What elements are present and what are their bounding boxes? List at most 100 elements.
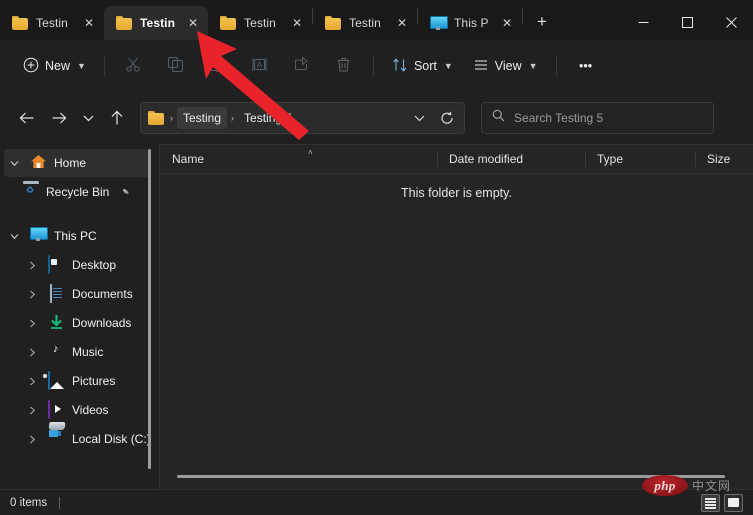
column-header-name[interactable]: Name ˄: [160, 144, 437, 174]
copy-button[interactable]: [156, 50, 196, 82]
share-button[interactable]: [282, 50, 322, 82]
folder-icon: [220, 16, 236, 30]
address-dropdown-button[interactable]: [406, 105, 432, 131]
delete-button[interactable]: [324, 50, 364, 82]
status-divider: [59, 496, 61, 509]
breadcrumb-testing-5[interactable]: Testing 5: [238, 107, 298, 129]
chevron-right-icon[interactable]: [22, 290, 42, 299]
recent-locations-button[interactable]: [76, 103, 100, 133]
column-header-type[interactable]: Type: [585, 144, 695, 174]
tab-5-this-pc[interactable]: This P ✕: [418, 6, 522, 40]
sidebar-scrollbar[interactable]: [148, 149, 151, 469]
sort-arrows-icon: [392, 57, 408, 76]
sidebar-item-recycle-bin[interactable]: Recycle Bin ✒: [22, 178, 150, 206]
status-bar: 0 items: [0, 489, 753, 515]
large-icons-view-icon[interactable]: [724, 493, 743, 512]
sidebar-item-label: Music: [72, 345, 104, 359]
file-explorer-window: Testin ✕ Testin ✕ Testin ✕ Testin ✕ This…: [0, 0, 753, 515]
tab-close-button[interactable]: ✕: [498, 14, 516, 32]
empty-folder-message: This folder is empty.: [401, 186, 512, 200]
sidebar-item-downloads[interactable]: Downloads: [4, 309, 150, 337]
sidebar-item-label: Pictures: [72, 374, 116, 388]
back-button[interactable]: [12, 103, 42, 133]
toolbar-divider: [103, 56, 105, 76]
horizontal-scrollbar[interactable]: [177, 475, 725, 478]
column-header-label: Type: [597, 151, 624, 166]
chevron-down-icon[interactable]: [4, 160, 24, 167]
sidebar-item-documents[interactable]: Documents: [4, 280, 150, 308]
tab-close-button[interactable]: ✕: [288, 14, 306, 32]
chevron-right-icon[interactable]: [22, 261, 42, 270]
sidebar-item-music[interactable]: Music: [4, 338, 150, 366]
maximize-button[interactable]: [665, 6, 709, 38]
toolbar-divider: [555, 56, 557, 76]
chevron-right-icon[interactable]: [22, 406, 42, 415]
rename-button[interactable]: A: [240, 50, 280, 82]
chevron-right-icon[interactable]: [22, 377, 42, 386]
paste-button[interactable]: [198, 50, 238, 82]
command-toolbar: New ▼ A Sort ▼ View ▼ •••: [0, 40, 753, 92]
documents-icon: [48, 284, 66, 303]
pictures-icon: [48, 371, 66, 390]
sidebar-item-label: Videos: [72, 403, 109, 417]
tab-label: Testin: [349, 16, 381, 30]
sidebar-item-desktop[interactable]: Desktop: [4, 251, 150, 279]
details-view-icon[interactable]: [701, 493, 720, 512]
chevron-right-icon[interactable]: [22, 435, 42, 444]
column-header-label: Date modified: [449, 151, 524, 166]
chevron-down-icon[interactable]: [4, 233, 24, 240]
close-button[interactable]: [709, 6, 753, 38]
scissors-icon: [125, 56, 142, 76]
pin-icon[interactable]: ✒: [119, 185, 132, 199]
forward-button[interactable]: [44, 103, 74, 133]
sidebar-item-videos[interactable]: Videos: [4, 396, 150, 424]
sidebar-item-label: This PC: [54, 229, 97, 243]
new-button[interactable]: New ▼: [14, 50, 95, 82]
refresh-button[interactable]: [434, 105, 460, 131]
disk-icon: [48, 430, 66, 448]
column-header-size[interactable]: Size: [695, 144, 730, 174]
new-tab-button[interactable]: +: [527, 7, 557, 37]
tab-4[interactable]: Testin ✕: [313, 6, 417, 40]
sidebar-item-label: Local Disk (C:): [72, 432, 151, 446]
list-lines-icon: [473, 57, 489, 76]
breadcrumb-testing[interactable]: Testing: [177, 107, 228, 129]
column-header-date-modified[interactable]: Date modified: [437, 144, 585, 174]
sort-ascending-caret-icon: ˄: [308, 147, 313, 157]
address-bar[interactable]: › Testing › Testing 5: [140, 102, 465, 134]
sidebar-item-label: Downloads: [72, 316, 132, 330]
search-box[interactable]: [481, 102, 714, 134]
chevron-down-icon: ▼: [528, 61, 538, 71]
desktop-icon: [48, 255, 66, 274]
search-input[interactable]: [514, 111, 694, 125]
tab-label: Testin: [244, 16, 276, 30]
minimize-button[interactable]: [621, 6, 665, 38]
tab-1[interactable]: Testin ✕: [0, 6, 104, 40]
search-icon: [492, 109, 505, 127]
tab-2-active[interactable]: Testin ✕: [104, 6, 208, 40]
sidebar-item-local-disk-c[interactable]: Local Disk (C:): [4, 425, 151, 453]
more-options-button[interactable]: •••: [566, 50, 606, 82]
column-headers: Name ˄ Date modified Type Size: [160, 144, 753, 174]
sidebar-item-pictures[interactable]: Pictures: [4, 367, 150, 395]
view-button-label: View: [494, 59, 522, 73]
recycle-bin-icon: [22, 183, 40, 201]
file-list-pane[interactable]: Name ˄ Date modified Type Size This fold…: [160, 144, 753, 489]
navigation-pane: Home Recycle Bin ✒ This PC Desktop Docum…: [0, 144, 160, 489]
chevron-right-icon[interactable]: [22, 319, 42, 328]
tab-3[interactable]: Testin ✕: [208, 6, 312, 40]
view-button[interactable]: View ▼: [464, 50, 547, 82]
window-controls: [621, 6, 753, 40]
up-button[interactable]: [102, 103, 132, 133]
item-count-label: 0 items: [10, 496, 48, 509]
chevron-down-icon: ▼: [443, 61, 453, 71]
chevron-right-icon[interactable]: [22, 348, 42, 357]
tab-close-button[interactable]: ✕: [184, 14, 202, 32]
sort-button[interactable]: Sort ▼: [383, 50, 462, 82]
tab-close-button[interactable]: ✕: [393, 14, 411, 32]
tab-close-button[interactable]: ✕: [80, 14, 98, 32]
sidebar-item-home[interactable]: Home: [4, 149, 150, 177]
cut-button[interactable]: [114, 50, 154, 82]
sidebar-item-this-pc[interactable]: This PC: [4, 222, 150, 250]
